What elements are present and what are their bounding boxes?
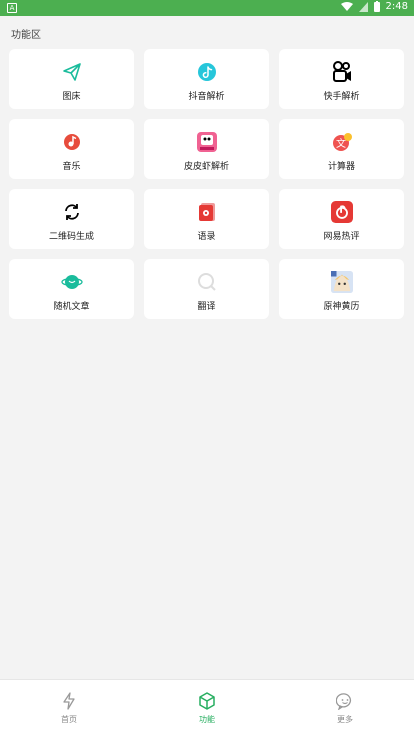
smiley-bubble-icon <box>336 693 352 710</box>
feature-card-translate[interactable]: 翻译 <box>144 259 269 319</box>
search-circle-icon <box>196 271 218 293</box>
anime-avatar-icon <box>330 271 353 293</box>
battery-icon <box>373 1 380 12</box>
tab-features[interactable]: 功能 <box>138 680 276 736</box>
feature-label: 计算器 <box>327 162 355 172</box>
translate-icon: 文 <box>331 131 353 153</box>
refresh-icon <box>61 201 83 223</box>
feature-grid: 图床 抖音解析 快手解析 音乐 皮皮虾解析 文 计算器 二维码生成 语录 网易热… <box>9 49 404 319</box>
feature-card-netease[interactable]: 网易热评 <box>279 189 404 249</box>
feature-card-qrcode[interactable]: 二维码生成 <box>9 189 134 249</box>
feature-label: 网易热评 <box>323 232 360 242</box>
tab-more[interactable]: 更多 <box>276 680 414 736</box>
paper-plane-icon <box>61 61 83 83</box>
feature-card-douyin[interactable]: 抖音解析 <box>144 49 269 109</box>
bottom-tab-bar: 首页 功能 更多 <box>0 679 414 736</box>
feature-label: 图床 <box>62 92 81 102</box>
feature-card-calculator[interactable]: 文 计算器 <box>279 119 404 179</box>
feature-label: 翻译 <box>197 302 216 312</box>
status-bar: A 2:48 <box>0 0 414 16</box>
wifi-icon <box>340 1 353 11</box>
svg-text:文: 文 <box>336 137 346 150</box>
signal-icon <box>358 1 368 12</box>
feature-card-image-host[interactable]: 图床 <box>9 49 134 109</box>
feature-card-quotes[interactable]: 语录 <box>144 189 269 249</box>
feature-label: 抖音解析 <box>188 92 225 102</box>
feature-card-genshin-almanac[interactable]: 原神黄历 <box>279 259 404 319</box>
pipixia-icon <box>196 131 218 153</box>
feature-label: 快手解析 <box>323 92 360 102</box>
tab-label: 更多 <box>337 715 353 724</box>
feature-label: 原神黄历 <box>323 302 360 312</box>
feature-card-pipixia[interactable]: 皮皮虾解析 <box>144 119 269 179</box>
tab-label: 功能 <box>199 715 215 724</box>
kuaishou-camera-icon <box>331 61 353 83</box>
feature-label: 皮皮虾解析 <box>183 162 229 172</box>
feature-card-random-article[interactable]: 随机文章 <box>9 259 134 319</box>
feature-card-music[interactable]: 音乐 <box>9 119 134 179</box>
feature-card-kuaishou[interactable]: 快手解析 <box>279 49 404 109</box>
tab-home[interactable]: 首页 <box>0 680 138 736</box>
feature-label: 音乐 <box>62 162 81 172</box>
tiktok-icon <box>196 61 218 83</box>
tab-label: 首页 <box>61 715 77 724</box>
lightning-icon <box>63 692 75 710</box>
planet-icon <box>60 271 83 293</box>
feature-label: 二维码生成 <box>48 232 94 242</box>
feature-label: 语录 <box>197 232 216 242</box>
cube-icon <box>199 692 215 710</box>
netease-music-icon <box>330 201 353 223</box>
feature-label: 随机文章 <box>53 302 90 312</box>
music-note-icon <box>61 131 83 153</box>
clock: 2:48 <box>385 1 408 12</box>
flower-card-icon <box>196 201 218 223</box>
section-title: 功能区 <box>11 30 41 41</box>
notification-badge: A <box>7 3 17 13</box>
